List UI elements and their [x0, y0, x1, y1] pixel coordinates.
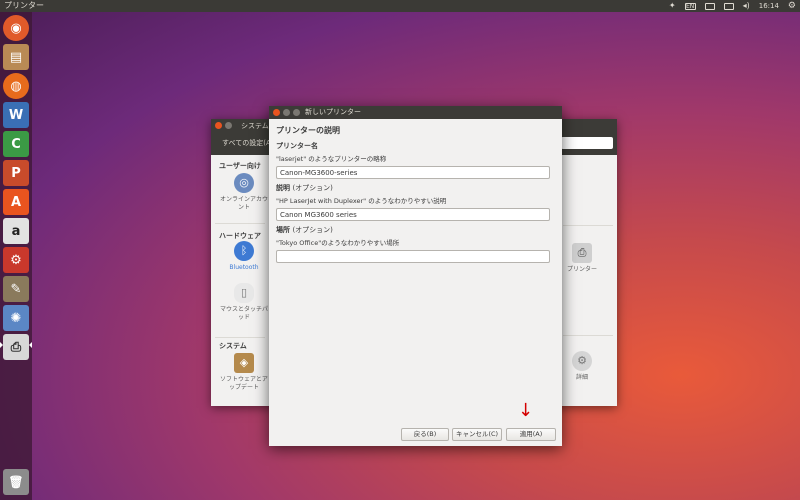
online-accounts-label: オンラインアカウント	[219, 196, 268, 211]
battery-icon[interactable]	[723, 2, 734, 10]
focus-indicator	[29, 342, 32, 348]
printer-icon: ⎙	[572, 243, 592, 263]
details-label: 詳細	[575, 374, 588, 381]
impress-icon[interactable]: P	[3, 160, 29, 186]
close-icon[interactable]	[273, 109, 280, 116]
location-optional: (オプション)	[292, 226, 333, 234]
divider	[215, 337, 265, 338]
annotation-arrow: ↓	[518, 400, 534, 421]
divider	[215, 223, 265, 224]
online-accounts-icon: ◎	[234, 173, 254, 193]
printer-name-label: プリンター名	[276, 142, 318, 150]
details-item[interactable]: ⚙ 詳細	[557, 351, 607, 382]
minimize-icon[interactable]	[225, 122, 232, 129]
software-updates-item[interactable]: ◈ ソフトウェアとアップデート	[219, 353, 269, 392]
apply-button[interactable]: 適用(A)	[506, 428, 556, 441]
printer-name-hint: "laserjet" のようなプリンターの略称	[276, 155, 387, 163]
top-panel: プリンター ✦ EN ◂) 16:14 ⚙	[0, 0, 800, 12]
new-printer-dialog: 新しいプリンター プリンターの説明 プリンター名 "laserjet" のような…	[269, 106, 562, 446]
dialog-title: 新しいプリンター	[305, 108, 361, 116]
description-label: 説明 (オプション)	[276, 183, 555, 193]
description-hint: "HP LaserJet with Duplexer" のようなわかりやすい説明	[276, 197, 447, 205]
firefox-icon[interactable]: ◍	[3, 73, 29, 99]
location-input[interactable]	[276, 250, 550, 263]
settings-search-input[interactable]	[561, 137, 613, 149]
description-input[interactable]	[276, 208, 550, 221]
software-updates-icon: ◈	[234, 353, 254, 373]
section-system: システム	[219, 342, 247, 350]
clock[interactable]: 16:14	[759, 0, 779, 12]
mouse-touchpad-item[interactable]: ▯ マウスとタッチパッド	[219, 283, 269, 322]
online-accounts-item[interactable]: ◎ オンラインアカウント	[219, 173, 269, 212]
mouse-icon: ▯	[234, 283, 254, 303]
maximize-icon[interactable]	[293, 109, 300, 116]
dialog-titlebar[interactable]: 新しいプリンター	[269, 106, 562, 119]
mouse-touchpad-label: マウスとタッチパッド	[219, 306, 268, 321]
dash-icon[interactable]: ◉	[3, 15, 29, 41]
details-gear-icon: ⚙	[572, 351, 592, 371]
description-label-text: 説明	[276, 184, 290, 192]
system-settings-icon[interactable]: ⚙	[3, 247, 29, 273]
active-app-name: プリンター	[4, 1, 44, 10]
trash-icon[interactable]: 🗑	[3, 469, 29, 495]
location-hint: "Tokyo Office"のようなわかりやすい場所	[276, 239, 400, 247]
calc-icon[interactable]: C	[3, 131, 29, 157]
description-optional: (オプション)	[292, 184, 333, 192]
indicator-area: ✦ EN ◂) 16:14 ⚙	[669, 0, 796, 12]
cancel-button[interactable]: キャンセル(C)	[452, 428, 502, 441]
amazon-icon[interactable]: a	[3, 218, 29, 244]
printer-app-icon[interactable]: ⎙	[3, 334, 29, 360]
printer-name-input[interactable]	[276, 166, 550, 179]
printers-item[interactable]: ⎙ プリンター	[557, 243, 607, 274]
gimp-icon[interactable]: ✎	[3, 276, 29, 302]
keyboard-layout-indicator[interactable]: EN	[684, 2, 696, 10]
close-icon[interactable]	[215, 122, 222, 129]
location-label: 場所 (オプション)	[276, 225, 555, 235]
back-button[interactable]: 戻る(B)	[401, 428, 449, 441]
printers-label: プリンター	[566, 266, 597, 273]
gear-icon[interactable]: ⚙	[788, 0, 796, 12]
software-updates-label: ソフトウェアとアップデート	[220, 376, 268, 391]
divider	[563, 225, 613, 226]
location-label-text: 場所	[276, 226, 290, 234]
dialog-body: プリンターの説明 プリンター名 "laserjet" のようなプリンターの略称 …	[269, 119, 562, 273]
dropbox-icon[interactable]: ✦	[669, 0, 676, 12]
dialog-heading: プリンターの説明	[276, 126, 340, 135]
bluetooth-icon: ᛒ	[234, 241, 254, 261]
volume-icon[interactable]: ◂)	[743, 0, 750, 12]
section-personal: ユーザー向け	[219, 162, 261, 170]
divider	[563, 335, 613, 336]
writer-icon[interactable]: W	[3, 102, 29, 128]
launcher: ◉ ▤ ◍ W C P A a ⚙ ✎ ✺ ⎙ 🗑	[0, 12, 32, 500]
swirl-app-icon[interactable]: ✺	[3, 305, 29, 331]
bluetooth-label: Bluetooth	[229, 264, 259, 271]
input-method-icon[interactable]	[704, 2, 715, 10]
bluetooth-item[interactable]: ᛒ Bluetooth	[219, 241, 269, 272]
files-icon[interactable]: ▤	[3, 44, 29, 70]
software-center-icon[interactable]: A	[3, 189, 29, 215]
minimize-icon[interactable]	[283, 109, 290, 116]
section-hardware: ハードウェア	[219, 232, 261, 240]
